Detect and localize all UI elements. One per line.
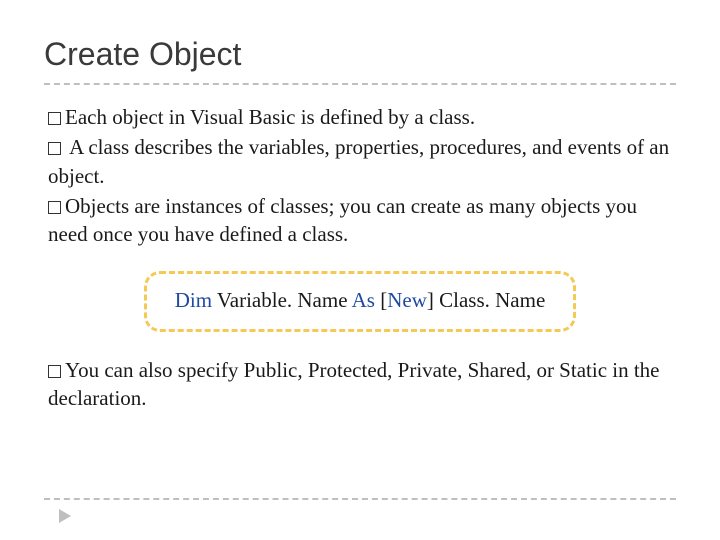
title-underline [44, 83, 676, 85]
code-box-container: Dim Variable. Name As [New] Class. Name [44, 271, 676, 332]
keyword-new: New [387, 288, 427, 312]
bracket-close: ] [427, 288, 434, 312]
bullet-item: Each object in Visual Basic is defined b… [48, 103, 670, 131]
bullet-text: Each object in Visual Basic is defined b… [65, 105, 475, 129]
play-arrow-icon [58, 508, 72, 524]
square-bullet-icon [48, 112, 61, 125]
code-variable: Variable. Name [217, 288, 348, 312]
footer-rule [44, 498, 676, 500]
code-box: Dim Variable. Name As [New] Class. Name [144, 271, 577, 332]
bullet-list-lower: You can also specify Public, Protected, … [44, 356, 676, 413]
bullet-list: Each object in Visual Basic is defined b… [44, 103, 676, 249]
code-classname: Class. Name [439, 288, 545, 312]
keyword-dim: Dim [175, 288, 212, 312]
bullet-text: You can also specify Public, Protected, … [48, 358, 660, 410]
square-bullet-icon [48, 142, 61, 155]
square-bullet-icon [48, 201, 61, 214]
square-bullet-icon [48, 365, 61, 378]
bullet-item: Objects are instances of classes; you ca… [48, 192, 670, 249]
keyword-as: As [352, 288, 375, 312]
bullet-text: A class describes the variables, propert… [48, 135, 669, 187]
bullet-item: A class describes the variables, propert… [48, 133, 670, 190]
bullet-text: Objects are instances of classes; you ca… [48, 194, 637, 246]
bullet-item: You can also specify Public, Protected, … [48, 356, 670, 413]
page-title: Create Object [44, 36, 676, 73]
